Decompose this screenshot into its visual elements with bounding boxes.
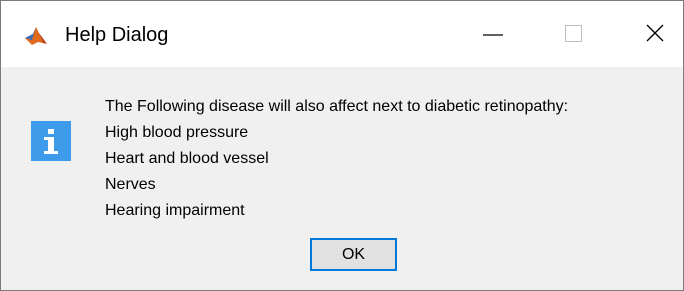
message-line: High blood pressure xyxy=(105,124,249,141)
message-line: Hearing impairment xyxy=(105,202,245,219)
info-icon xyxy=(31,121,71,161)
dialog-content: The Following disease will also affect n… xyxy=(1,67,683,290)
close-button[interactable] xyxy=(595,1,683,67)
ok-button-label: OK xyxy=(341,246,366,263)
message-line: Heart and blood vessel xyxy=(105,150,269,167)
minimize-button[interactable] xyxy=(453,1,541,67)
help-dialog-window: Help Dialog The Following disease will a… xyxy=(0,0,684,291)
matlab-icon xyxy=(24,23,48,47)
close-icon xyxy=(646,24,664,42)
dialog-message: The Following disease will also affect n… xyxy=(105,94,568,224)
ok-button[interactable]: OK xyxy=(310,238,397,271)
message-line: The Following disease will also affect n… xyxy=(105,98,569,115)
minimize-icon xyxy=(483,34,503,36)
message-line: Nerves xyxy=(105,176,156,193)
title-bar[interactable]: Help Dialog xyxy=(1,1,683,67)
window-title: Help Dialog xyxy=(65,24,169,46)
